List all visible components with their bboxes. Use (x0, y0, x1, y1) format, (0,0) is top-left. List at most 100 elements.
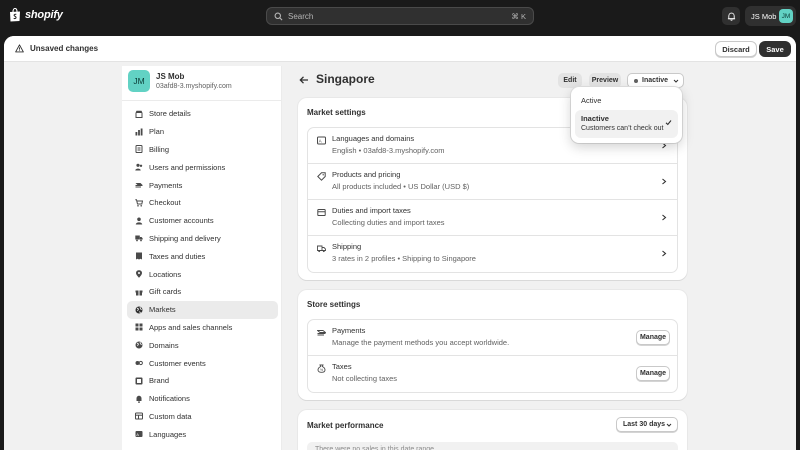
row-title: Taxes (332, 362, 352, 371)
row-subtitle: Collecting duties and import taxes (332, 218, 445, 227)
page-title: Singapore (316, 72, 375, 86)
store-name: JS Mob (156, 72, 185, 81)
discard-button[interactable]: Discard (715, 41, 757, 57)
row-subtitle: All products included • US Dollar (USD $… (332, 182, 470, 191)
sidebar-item-billing[interactable]: Billing (127, 141, 278, 159)
sidebar-item-label: Customer events (149, 358, 206, 368)
sidebar-item-label: Markets (149, 305, 176, 315)
sidebar-item-shipping[interactable]: Shipping and delivery (127, 230, 278, 248)
app-frame: Unsaved changes Discard Save JM JS Mob 0… (4, 36, 796, 450)
notifications-button[interactable] (722, 7, 740, 25)
back-arrow-icon[interactable] (299, 75, 309, 85)
sidebar-item-taxes[interactable]: Taxes and duties (127, 247, 278, 265)
sidebar-item-languages[interactable]: A Languages (127, 425, 278, 443)
status-option-active[interactable]: Active (577, 93, 676, 107)
status-option-inactive[interactable]: Inactive Customers can’t check out (575, 110, 678, 138)
bell-icon (727, 12, 735, 21)
sidebar-item-domains[interactable]: Domains (127, 336, 278, 354)
payments-icon (135, 183, 143, 188)
status-select[interactable]: Inactive (627, 73, 684, 88)
unsaved-changes-bar: Unsaved changes Discard Save (4, 36, 796, 62)
sidebar-item-label: Users and permissions (149, 162, 226, 172)
sidebar-item-locations[interactable]: Locations (127, 265, 278, 283)
person-icon (135, 217, 143, 225)
users-icon (135, 163, 143, 171)
sidebar-item-plan[interactable]: Plan (127, 123, 278, 141)
sidebar-item-label: Checkout (149, 198, 181, 208)
store-header[interactable]: JM JS Mob 03afd8-3.myshopify.com (128, 70, 232, 92)
store-settings-title: Store settings (307, 300, 361, 309)
option-description: Customers can’t check out (581, 125, 664, 132)
duties-row[interactable]: Duties and import taxes Collecting dutie… (308, 200, 677, 236)
chevron-down-icon (666, 423, 672, 427)
sidebar-item-custom-data[interactable]: Custom data (127, 408, 278, 426)
search-input[interactable]: Search ⌘ K (266, 7, 534, 25)
billing-icon (135, 145, 143, 154)
chevron-right-icon (662, 250, 667, 257)
row-subtitle: 3 rates in 2 profiles • Shipping to Sing… (332, 254, 476, 263)
account-name: JS Mob (751, 11, 777, 21)
market-settings-title: Market settings (307, 108, 366, 117)
sidebar-item-label: Domains (149, 340, 179, 350)
sidebar-item-users[interactable]: Users and permissions (127, 158, 278, 176)
search-icon (274, 12, 283, 20)
row-title: Shipping (332, 242, 362, 251)
market-performance-card: Market performance Last 30 days There we… (298, 410, 687, 450)
sidebar-item-gift-cards[interactable]: Gift cards (127, 283, 278, 301)
chevron-right-icon (662, 178, 667, 185)
option-title: Inactive (581, 114, 609, 123)
search-placeholder: Search (288, 11, 314, 21)
checkmark-icon (665, 120, 672, 126)
sidebar-item-label: Billing (149, 144, 170, 154)
shipping-row[interactable]: Shipping 3 rates in 2 profiles • Shippin… (308, 236, 677, 272)
performance-empty-state: There were no sales in this date range (307, 442, 678, 450)
sidebar-item-customer-events[interactable]: Customer events (127, 354, 278, 372)
sidebar-item-store-details[interactable]: Store details (127, 105, 278, 123)
sidebar-item-label: Locations (149, 269, 182, 279)
row-subtitle: Manage the payment methods you accept wo… (332, 338, 510, 347)
store-settings-card: Store settings Payments Manage the payme… (298, 290, 687, 400)
sidebar-item-brand[interactable]: Brand (127, 372, 278, 390)
globe-icon (135, 341, 143, 349)
preview-button[interactable]: Preview (589, 73, 621, 88)
unsaved-message: Unsaved changes (30, 44, 99, 53)
warning-icon (15, 44, 24, 53)
save-button[interactable]: Save (759, 41, 791, 57)
sidebar-item-label: Notifications (149, 394, 190, 404)
settings-sidebar: JM JS Mob 03afd8-3.myshopify.com Store d… (122, 66, 282, 450)
sidebar-item-checkout[interactable]: Checkout (127, 194, 278, 212)
sidebar-item-apps[interactable]: Apps and sales channels (127, 319, 278, 337)
svg-text:A: A (136, 432, 139, 437)
sidebar-item-payments[interactable]: Payments (127, 176, 278, 194)
products-pricing-row[interactable]: Products and pricing All products includ… (308, 164, 677, 200)
truck-icon (317, 245, 326, 253)
date-range-select[interactable]: Last 30 days (616, 417, 678, 432)
store-avatar: JM (128, 70, 150, 92)
shopify-logo[interactable]: shopify (9, 8, 63, 22)
top-bar: shopify Search ⌘ K JS Mob JM (0, 0, 800, 32)
svg-text:A: A (319, 139, 322, 144)
sidebar-item-label: Shipping and delivery (149, 233, 221, 243)
store-url: 03afd8-3.myshopify.com (156, 83, 232, 90)
row-subtitle: English • 03afd8-3.myshopify.com (332, 146, 445, 155)
row-title: Duties and import taxes (332, 206, 411, 215)
tax-icon: % (317, 364, 326, 373)
payments-row: Payments Manage the payment methods you … (308, 320, 677, 356)
edit-button[interactable]: Edit (558, 73, 582, 88)
manage-taxes-button[interactable]: Manage (636, 366, 670, 381)
sidebar-item-label: Store details (149, 109, 191, 119)
svg-text:%: % (320, 368, 323, 372)
row-title: Products and pricing (332, 170, 401, 179)
sidebar-item-markets[interactable]: Markets (127, 300, 278, 319)
globe-icon (135, 306, 143, 314)
divider (122, 100, 282, 101)
logo-text: shopify (25, 9, 63, 21)
sidebar-item-label: Gift cards (149, 287, 182, 297)
manage-payments-button[interactable]: Manage (636, 330, 670, 345)
truck-icon (135, 235, 143, 242)
sidebar-item-customer-accounts[interactable]: Customer accounts (127, 212, 278, 230)
account-menu-button[interactable]: JS Mob JM (745, 6, 796, 26)
store-icon (135, 110, 143, 118)
sidebar-item-notifications[interactable]: Notifications (127, 390, 278, 408)
chevron-right-icon (662, 142, 667, 149)
